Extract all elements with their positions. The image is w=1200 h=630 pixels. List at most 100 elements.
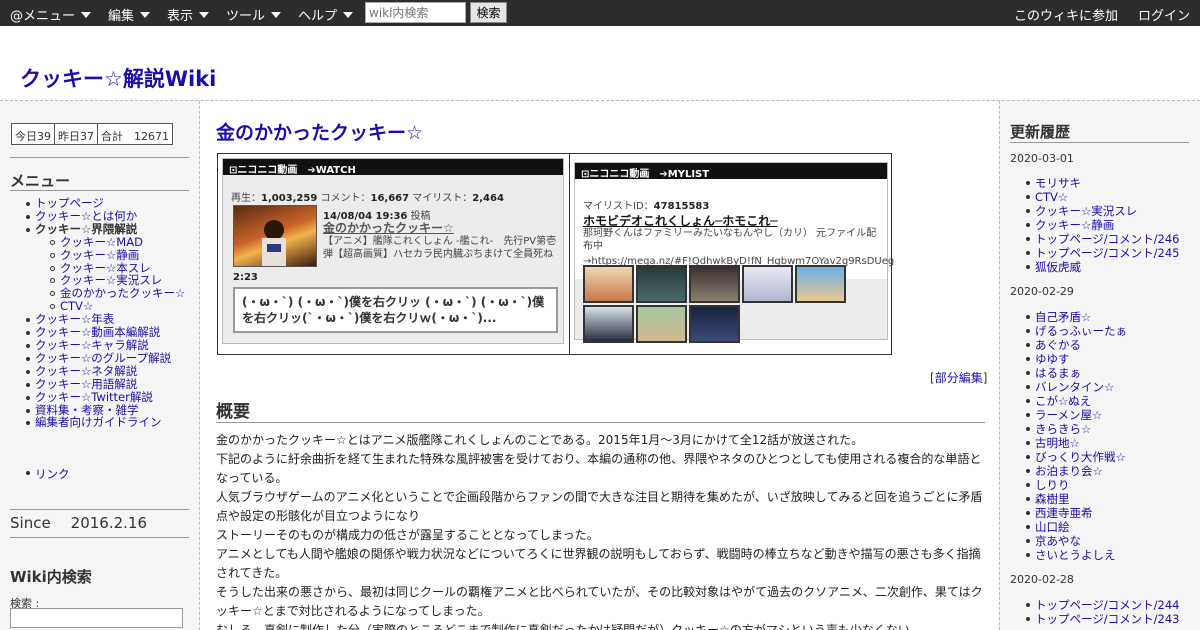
mylist-thumbnail[interactable] xyxy=(742,265,793,303)
recent-item-link[interactable]: 京あやな xyxy=(1035,534,1081,548)
recent-item[interactable]: クッキー☆実況スレ xyxy=(1025,204,1179,218)
recent-item[interactable]: しりり xyxy=(1026,478,1127,492)
recent-item[interactable]: はるまぁ xyxy=(1026,366,1127,380)
side-menu-item[interactable]: 金のかかったクッキー☆ xyxy=(35,287,185,300)
recent-item[interactable]: バレンタイン☆ xyxy=(1026,380,1127,394)
recent-item-link[interactable]: クッキー☆実況スレ xyxy=(1035,204,1137,218)
side-menu-label[interactable]: クッキー☆用語解説 xyxy=(35,377,137,391)
login-link[interactable]: ログイン xyxy=(1138,5,1190,24)
menu-tools[interactable]: ツール xyxy=(226,5,282,24)
side-menu-label[interactable]: クッキー☆実況スレ xyxy=(60,273,162,287)
join-wiki-link[interactable]: このウィキに参加 xyxy=(1014,5,1118,24)
recent-item-link[interactable]: 西連寺亜希 xyxy=(1035,506,1093,520)
recent-item-link[interactable]: クッキー☆静画 xyxy=(1035,218,1114,232)
side-menu-label[interactable]: クッキー☆のグループ解説 xyxy=(35,351,171,365)
side-menu-label[interactable]: CTV☆ xyxy=(60,299,93,313)
recent-item[interactable]: 自己矛盾☆ xyxy=(1026,310,1127,324)
recent-item-link[interactable]: こが☆ぬえ xyxy=(1035,394,1091,408)
section-edit-link[interactable]: 部分編集 xyxy=(935,371,983,385)
recent-item[interactable]: トップページ/コメント/246 xyxy=(1025,232,1179,246)
side-menu-item[interactable]: 編集者向けガイドライン xyxy=(25,415,185,429)
mylist-thumbnail[interactable] xyxy=(583,305,634,343)
side-menu-label[interactable]: トップページ xyxy=(35,196,104,210)
recent-item[interactable]: 狐仮虎威 xyxy=(1025,260,1179,274)
side-menu-label[interactable]: 金のかかったクッキー☆ xyxy=(60,286,185,300)
menu-edit[interactable]: 編集 xyxy=(108,5,151,24)
menu-help[interactable]: ヘルプ xyxy=(298,5,354,24)
side-menu-label[interactable]: クッキー☆とは何か xyxy=(35,209,137,223)
recent-item-link[interactable]: しりり xyxy=(1035,478,1070,492)
side-menu-label[interactable]: クッキー☆キャラ解説 xyxy=(35,338,149,352)
recent-item[interactable]: 古明地☆ xyxy=(1026,436,1127,450)
side-menu-label[interactable]: クッキー☆静画 xyxy=(60,248,139,262)
recent-item[interactable]: 森樹里 xyxy=(1026,492,1127,506)
recent-item-link[interactable]: モリサキ xyxy=(1035,176,1081,190)
recent-item[interactable]: ゆゆす xyxy=(1026,352,1127,366)
side-search-input[interactable] xyxy=(10,608,183,628)
menu-at-menu[interactable]: @メニュー xyxy=(10,5,92,24)
side-menu-label[interactable]: クッキー☆年表 xyxy=(35,312,114,326)
recent-item[interactable]: 京あやな xyxy=(1026,534,1127,548)
recent-item-link[interactable]: はるまぁ xyxy=(1035,366,1081,380)
wiki-search-input[interactable] xyxy=(365,2,466,23)
video-thumbnail[interactable] xyxy=(233,205,317,267)
mylist-thumbnail[interactable] xyxy=(689,305,740,343)
recent-item[interactable]: モリサキ xyxy=(1025,176,1179,190)
recent-item[interactable]: びっくり大作戦☆ xyxy=(1026,450,1127,464)
side-menu-label[interactable]: 資料集・考察・雑学 xyxy=(35,403,139,417)
recent-item-link[interactable]: あぐかる xyxy=(1035,338,1081,352)
site-title[interactable]: クッキー☆解説Wiki xyxy=(20,63,216,93)
recent-item-link[interactable]: トップページ/コメント/244 xyxy=(1035,598,1179,612)
recent-item-link[interactable]: 山口絵 xyxy=(1035,520,1070,534)
side-menu-label[interactable]: 編集者向けガイドライン xyxy=(35,415,162,429)
mylist-thumbnail[interactable] xyxy=(636,265,687,303)
recent-item[interactable]: ラーメン屋☆ xyxy=(1026,408,1127,422)
side-menu-label[interactable]: クッキー☆Twitter解説 xyxy=(35,390,153,404)
nico-watch-widget[interactable]: ⊡ニコニコ動画 ➔WATCH 再生：1,003,259 コメント：16,667 … xyxy=(222,158,564,344)
recent-item[interactable]: お泊まり会☆ xyxy=(1026,464,1127,478)
recent-item[interactable]: あぐかる xyxy=(1026,338,1127,352)
recent-item[interactable]: トップページ/コメント/244 xyxy=(1025,598,1179,612)
recent-item[interactable]: 西連寺亜希 xyxy=(1026,506,1127,520)
mylist-thumbnail[interactable] xyxy=(689,265,740,303)
recent-item-link[interactable]: げるっふぃーたぁ xyxy=(1035,324,1127,338)
recent-item[interactable]: きらきら☆ xyxy=(1026,422,1127,436)
recent-item[interactable]: げるっふぃーたぁ xyxy=(1026,324,1127,338)
recent-item[interactable]: こが☆ぬえ xyxy=(1026,394,1127,408)
mylist-thumbnail[interactable] xyxy=(636,305,687,343)
recent-item[interactable]: さいとうよしえ xyxy=(1026,548,1127,562)
recent-item-link[interactable]: ラーメン屋☆ xyxy=(1035,408,1102,422)
recent-item-link[interactable]: 狐仮虎威 xyxy=(1035,260,1081,274)
recent-item[interactable]: トップページ/コメント/243 xyxy=(1025,612,1179,626)
recent-item[interactable]: トップページ/コメント/245 xyxy=(1025,246,1179,260)
recent-item-link[interactable]: 森樹里 xyxy=(1035,492,1070,506)
page-title[interactable]: 金のかかったクッキー☆ xyxy=(216,118,423,145)
recent-item-link[interactable]: トップページ/コメント/245 xyxy=(1035,246,1179,260)
recent-item-link[interactable]: トップページ/コメント/246 xyxy=(1035,232,1179,246)
side-menu-label[interactable]: クッキー☆本スレ xyxy=(60,261,151,275)
recent-item-link[interactable]: トップページ/コメント/243 xyxy=(1035,612,1179,626)
mylist-thumbnail[interactable] xyxy=(583,265,634,303)
side-menu-label[interactable]: クッキー☆MAD xyxy=(60,235,143,249)
recent-item[interactable]: クッキー☆静画 xyxy=(1025,218,1179,232)
recent-item-link[interactable]: きらきら☆ xyxy=(1035,422,1091,436)
side-menu-label[interactable]: クッキー☆ネタ解説 xyxy=(35,364,137,378)
recent-item[interactable]: CTV☆ xyxy=(1025,190,1179,204)
link-link[interactable]: リンク xyxy=(35,467,70,481)
video-title-link[interactable]: 金のかかったクッキー☆ xyxy=(323,219,454,236)
recent-item-link[interactable]: ゆゆす xyxy=(1035,352,1070,366)
recent-item-link[interactable]: CTV☆ xyxy=(1035,190,1068,204)
recent-item-link[interactable]: 自己矛盾☆ xyxy=(1035,310,1091,324)
recent-item-link[interactable]: びっくり大作戦☆ xyxy=(1035,450,1126,464)
recent-item-link[interactable]: バレンタイン☆ xyxy=(1035,380,1114,394)
menu-view[interactable]: 表示 xyxy=(167,5,210,24)
side-menu-label[interactable]: クッキー☆動画本編解説 xyxy=(35,325,160,339)
recent-item-link[interactable]: 古明地☆ xyxy=(1035,436,1080,450)
recent-item[interactable]: 山口絵 xyxy=(1026,520,1127,534)
search-button[interactable]: 検索 xyxy=(470,2,507,23)
side-link-item[interactable]: リンク xyxy=(26,466,70,482)
recent-item-link[interactable]: さいとうよしえ xyxy=(1035,548,1116,562)
nico-mylist-widget[interactable]: ⊡ニコニコ動画 ➔MYLIST マイリストID：47815583 ホモビデオこれ… xyxy=(574,162,894,343)
mylist-thumbnail[interactable] xyxy=(795,265,846,303)
recent-item-link[interactable]: お泊まり会☆ xyxy=(1035,464,1103,478)
